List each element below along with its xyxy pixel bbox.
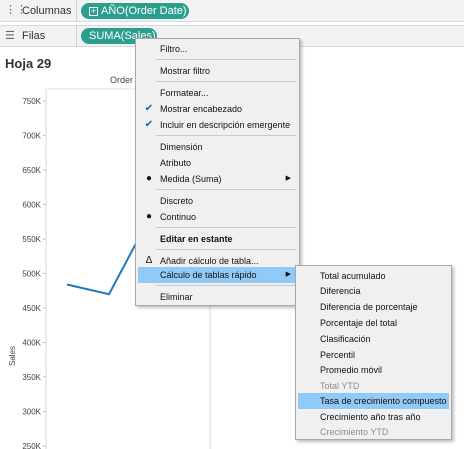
submenu-arrow-icon: ▶	[285, 271, 291, 278]
columns-shelf-label: Columnas	[22, 4, 72, 17]
menu-separator	[156, 81, 296, 82]
y-tick-label: 500K	[22, 270, 41, 279]
menu-separator	[156, 227, 296, 228]
menu-item-label: Eliminar	[160, 292, 193, 302]
menu-item-label: Filtro...	[160, 44, 188, 54]
menu-item-label: Mostrar encabezado	[160, 104, 243, 114]
rows-shelf-label: Filas	[22, 30, 46, 42]
shelf-divider	[76, 0, 77, 22]
menu-item-label: Crecimiento año tras año	[320, 412, 421, 422]
submenu-item-difference[interactable]: Diferencia	[298, 283, 449, 299]
menu-separator	[156, 189, 296, 190]
y-tick-label: 350K	[22, 373, 41, 382]
sales-series-line	[66, 231, 143, 296]
checkmark-icon: ✔	[144, 119, 154, 130]
menu-separator	[156, 135, 296, 136]
menu-item-show-filter[interactable]: Mostrar filtro	[138, 63, 297, 79]
menu-item-label: Tasa de crecimiento compuesto	[320, 396, 447, 406]
submenu-item-year-over-year[interactable]: Crecimiento año tras año	[298, 409, 449, 425]
quick-table-calc-submenu: Total acumulado Diferencia Diferencia de…	[295, 265, 452, 440]
y-tick-label: 600K	[22, 201, 41, 210]
submenu-item-rank[interactable]: Clasificación	[298, 331, 449, 347]
columns-pill-label: AÑO(Order Date)	[101, 4, 187, 17]
menu-item-quick-table-calc[interactable]: Cálculo de tablas rápido ▶	[138, 267, 297, 283]
y-tick-label: 300K	[22, 408, 41, 417]
y-tick-label: 550K	[22, 235, 41, 244]
menu-separator	[156, 285, 296, 286]
menu-item-filter[interactable]: Filtro...	[138, 41, 297, 57]
y-tick-label: 450K	[22, 304, 41, 313]
menu-item-remove[interactable]: Eliminar	[138, 289, 297, 305]
menu-item-format[interactable]: Formatear...	[138, 85, 297, 101]
menu-item-attribute[interactable]: Atributo	[138, 155, 297, 171]
shelf-divider	[76, 25, 77, 47]
columns-shelf: ⋮⋮ Columnas + AÑO(Order Date)	[0, 0, 464, 22]
menu-item-label: Cálculo de tablas rápido	[160, 270, 257, 280]
y-tick-label: 250K	[22, 442, 41, 449]
checkmark-icon: ✔	[144, 103, 154, 114]
menu-item-label: Total YTD	[320, 381, 360, 391]
menu-item-label: Continuo	[160, 212, 197, 222]
submenu-item-running-total[interactable]: Total acumulado	[298, 268, 449, 284]
menu-item-edit-in-shelf[interactable]: Editar en estante	[138, 231, 297, 247]
menu-item-label: Editar en estante	[160, 234, 233, 244]
menu-item-dimension[interactable]: Dimensión	[138, 139, 297, 155]
submenu-item-moving-average[interactable]: Promedio móvil	[298, 362, 449, 378]
menu-item-label: Incluir en descripción emergente	[160, 120, 291, 130]
y-tick-label: 700K	[22, 132, 41, 141]
columns-icon: ⋮⋮	[5, 4, 27, 16]
menu-item-label: Añadir cálculo de tabla...	[160, 256, 259, 266]
radio-dot-icon: ●	[145, 211, 153, 222]
menu-item-discrete[interactable]: Discreto	[138, 193, 297, 209]
menu-item-label: Mostrar filtro	[160, 66, 211, 76]
menu-item-label: Diferencia	[320, 286, 361, 296]
submenu-item-percent-of-total[interactable]: Porcentaje del total	[298, 315, 449, 331]
submenu-arrow-icon: ▶	[285, 175, 291, 182]
submenu-item-ytd-total: Total YTD	[298, 378, 449, 394]
radio-dot-icon: ●	[145, 173, 153, 184]
menu-item-label: Atributo	[160, 158, 192, 168]
rows-icon: ☰	[5, 29, 15, 42]
columns-pill[interactable]: + AÑO(Order Date)	[81, 2, 189, 19]
y-tick-label: 400K	[22, 339, 41, 348]
submenu-item-ytd-growth: Crecimiento YTD	[298, 424, 449, 440]
menu-item-include-tooltip[interactable]: ✔ Incluir en descripción emergente	[138, 117, 297, 133]
menu-item-label: Dimensión	[160, 142, 203, 152]
menu-item-label: Discreto	[160, 196, 194, 206]
menu-item-label: Crecimiento YTD	[320, 427, 389, 437]
menu-item-show-header[interactable]: ✔ Mostrar encabezado	[138, 101, 297, 117]
menu-item-label: Percentil	[320, 350, 356, 360]
menu-item-measure-sum[interactable]: ● Medida (Suma) ▶	[138, 171, 297, 187]
menu-item-label: Porcentaje del total	[320, 318, 398, 328]
submenu-item-percent-difference[interactable]: Diferencia de porcentaje	[298, 299, 449, 315]
submenu-item-percentile[interactable]: Percentil	[298, 347, 449, 363]
menu-item-label: Formatear...	[160, 88, 209, 98]
menu-item-label: Diferencia de porcentaje	[320, 302, 418, 312]
y-axis-label: Sales	[8, 346, 17, 366]
menu-item-label: Total acumulado	[320, 271, 386, 281]
sheet-title: Hoja 29	[5, 56, 52, 71]
menu-separator	[156, 59, 296, 60]
menu-item-label: Medida (Suma)	[160, 174, 222, 184]
menu-separator	[156, 249, 296, 250]
menu-item-label: Clasificación	[320, 334, 371, 344]
menu-item-label: Promedio móvil	[320, 365, 383, 375]
pill-context-menu: Filtro... Mostrar filtro Formatear... ✔ M…	[135, 38, 300, 306]
submenu-item-compound-growth-rate[interactable]: Tasa de crecimiento compuesto	[298, 393, 449, 409]
y-tick-label: 650K	[22, 166, 41, 175]
y-tick-label: 750K	[22, 97, 41, 106]
menu-item-continuous[interactable]: ● Continuo	[138, 209, 297, 225]
expand-icon[interactable]: +	[89, 6, 98, 16]
